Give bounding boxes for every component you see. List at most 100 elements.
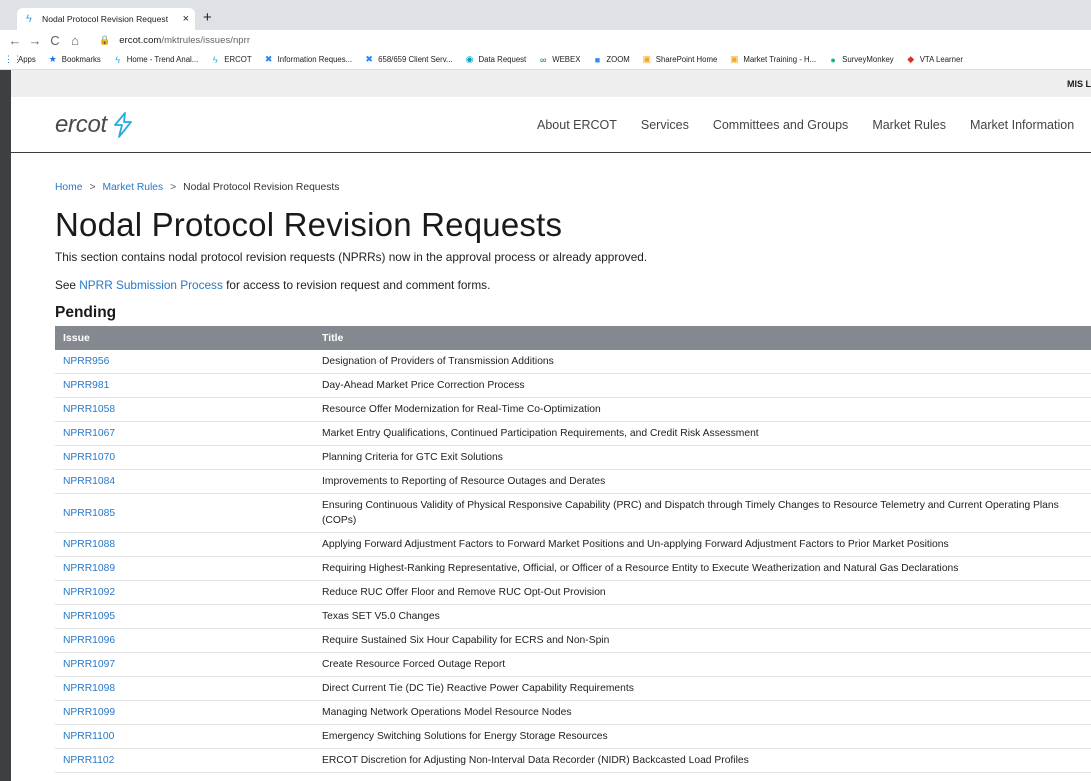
sharepoint-icon: ▣ [730,54,739,64]
utility-strip: MIS L [11,70,1091,97]
table-row: NPRR981 Day-Ahead Market Price Correction… [55,373,1091,399]
issue-link[interactable]: NPRR1102 [55,748,314,774]
breadcrumb-market-rules[interactable]: Market Rules [102,182,163,193]
ercot-bolt-icon [113,112,132,138]
table-row: NPRR1096 Require Sustained Six Hour Capab… [55,628,1091,654]
bookmark-item[interactable]: ϟ Home - Trend Anal... [113,55,199,65]
issue-title: Reduce RUC Offer Floor and Remove RUC Op… [314,580,1091,606]
issue-title: Resource Offer Modernization for Real-Ti… [314,397,1091,423]
breadcrumb-current: Nodal Protocol Revision Requests [183,182,340,193]
issue-title: ERCOT Discretion for Adjusting Non-Inter… [314,748,1091,774]
table-row: NPRR1084 Improvements to Reporting of Res… [55,469,1091,495]
apps-grid-icon: ⋮⋮ [4,54,22,64]
mis-login-link[interactable]: MIS L [1067,79,1091,89]
lock-icon[interactable]: 🔒 [99,35,110,46]
bookmark-item[interactable]: ■ ZOOM [592,54,630,65]
issue-title: Managing Network Operations Model Resour… [314,700,1091,726]
note-prefix: See [55,278,80,293]
issue-link[interactable]: NPRR1085 [55,493,314,534]
browser-tab[interactable]: ϟ Nodal Protocol Revision Request × [17,8,195,30]
bookmark-item[interactable]: ★ Bookmarks [48,54,101,65]
bookmark-label: SharePoint Home [655,55,718,64]
issue-title: Planning Criteria for GTC Exit Solutions [314,445,1091,471]
bookmark-item[interactable]: ∞ WEBEX [538,55,580,65]
nav-item-about-ercot[interactable]: About ERCOT [537,118,617,132]
nav-item-market-rules[interactable]: Market Rules [872,118,946,132]
table-row: NPRR1097 Create Resource Forced Outage Re… [55,652,1091,678]
bookmark-item[interactable]: ⋮⋮ Apps [4,54,36,65]
bookmark-item[interactable]: ϟ ERCOT [210,55,252,65]
issue-title: Requiring Highest-Ranking Representative… [314,556,1091,582]
reload-icon[interactable]: C [45,33,65,48]
zoom-icon: ■ [594,54,601,65]
nprr-submission-process-link[interactable]: NPRR Submission Process [79,278,223,292]
bookmark-label: SurveyMonkey [842,55,894,64]
column-header-issue: Issue [55,326,314,351]
tab-title: Nodal Protocol Revision Request [42,14,169,24]
table-row: NPRR1088 Applying Forward Adjustment Fact… [55,532,1091,558]
issue-link[interactable]: NPRR1070 [55,445,314,471]
ercot-logo[interactable]: ercot [55,111,135,139]
tab-close-icon[interactable]: × [183,13,189,25]
page-title: Nodal Protocol Revision Requests [55,206,563,243]
bookmark-item[interactable]: ◆ VTA Learner [906,54,963,65]
breadcrumb: Home > Market Rules > Nodal Protocol Revisio… [55,182,1091,193]
note-suffix: for access to revision request and comme… [222,278,491,293]
bookmarks-bar: ⋮⋮ Apps ★ Bookmarks ϟ Home - Trend Anal... ϟ ER… [0,50,1091,70]
issue-link[interactable]: NPRR1089 [55,556,314,582]
bookmark-item[interactable]: ● SurveyMonkey [828,55,894,65]
nav-item-committees-and-groups[interactable]: Committees and Groups [713,118,848,132]
bookmark-item[interactable]: ◉ Data Request [465,54,527,65]
issue-link[interactable]: NPRR1058 [55,397,314,423]
issue-link[interactable]: NPRR981 [55,373,314,399]
sharepoint-icon: ▣ [642,54,652,64]
issue-link[interactable]: NPRR1088 [55,532,314,558]
issue-title: Market Entry Qualifications, Continued P… [314,421,1091,447]
table-row: NPRR1089 Requiring Highest-Ranking Repres… [55,556,1091,582]
bookmark-item[interactable]: ▣ SharePoint Home [642,54,718,65]
issue-link[interactable]: NPRR1100 [55,724,314,750]
nav-item-services[interactable]: Services [641,118,689,132]
url-domain: ercot.com [119,34,162,46]
table-row: NPRR1102 ERCOT Discretion for Adjusting N… [55,748,1091,774]
bookmark-label: ERCOT [224,55,252,64]
bookmark-label: Information Reques... [277,55,353,64]
issue-link[interactable]: NPRR956 [55,350,314,375]
forward-arrow-icon[interactable]: → [25,33,45,48]
bookmark-label: Bookmarks [61,55,101,64]
nav-item-market-information[interactable]: Market Information [970,118,1074,132]
issue-link[interactable]: NPRR1095 [55,604,314,630]
issue-link[interactable]: NPRR1084 [55,469,314,495]
issue-link[interactable]: NPRR1092 [55,580,314,606]
issue-title: Texas SET V5.0 Changes [314,604,1091,630]
bookmark-item[interactable]: ✖ 658/659 Client Serv... [364,54,452,65]
breadcrumb-home[interactable]: Home [55,182,82,193]
breadcrumb-separator: > [170,182,177,193]
bookmark-item[interactable]: ✖ Information Reques... [264,54,353,65]
issue-title: Day-Ahead Market Price Correction Proces… [314,373,1091,399]
bookmark-item[interactable]: ▣ Market Training - H... [729,54,816,65]
main-content: Home > Market Rules > Nodal Protocol Revisio… [55,182,1091,774]
back-arrow-icon[interactable]: ← [5,33,25,48]
bookmark-label: Home - Trend Anal... [126,55,199,64]
home-icon[interactable]: ⌂ [65,33,85,48]
issue-link[interactable]: NPRR1098 [55,676,314,702]
breadcrumb-separator: > [89,182,96,193]
star-icon: ★ [48,54,57,64]
issue-link[interactable]: NPRR1097 [55,652,314,678]
url-field[interactable]: ercot.com/mktrules/issues/nprr [119,35,250,46]
site-header: ercot About ERCOT Services Committees and … [11,97,1091,153]
issue-title: Ensuring Continuous Validity of Physical… [314,493,1091,534]
url-path: /mktrules/issues/nprr [161,34,251,46]
logo-text: ercot [55,111,107,138]
address-bar-row: ← → C ⌂ 🔒 ercot.com/mktrules/issues/nprr [0,30,1091,50]
issue-link[interactable]: NPRR1099 [55,700,314,726]
column-header-title: Title [314,326,1091,351]
issue-link[interactable]: NPRR1067 [55,421,314,447]
new-tab-button[interactable]: + [203,8,212,28]
confluence-icon: ✖ [264,54,273,64]
bookmark-label: Apps [18,55,36,64]
issue-link[interactable]: NPRR1096 [55,628,314,654]
bookmark-label: VTA Learner [919,55,963,64]
ercot-favicon-icon: ϟ [26,13,32,25]
